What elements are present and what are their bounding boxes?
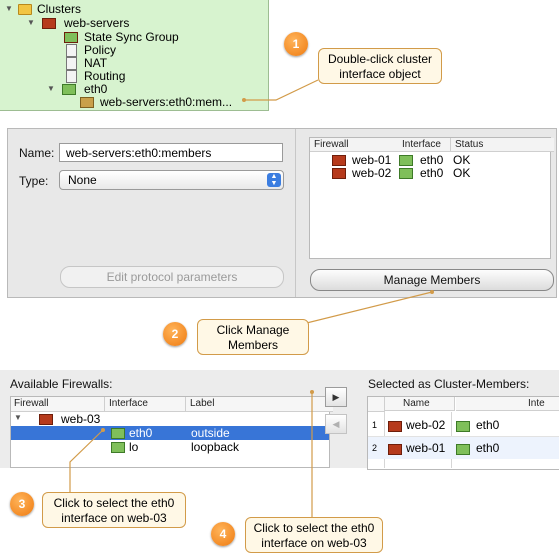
routing-icon: [66, 70, 77, 83]
callout-step-2: Click Manage Members: [197, 319, 309, 355]
cell-status: OK: [453, 166, 471, 180]
cluster-group-dialog: Name: web-servers:eth0:members Type: Non…: [7, 128, 557, 298]
name-label: Name:: [19, 146, 55, 160]
step-badge-3: 3: [10, 492, 34, 516]
column-header-label[interactable]: Label: [186, 397, 333, 412]
column-header-interface[interactable]: Inte: [456, 397, 559, 411]
manage-members-button[interactable]: Manage Members: [310, 269, 554, 291]
table-row[interactable]: web-02 eth0 OK: [310, 166, 550, 180]
available-firewalls-table: Firewall Interface Label ▼ web-03 eth0 o…: [10, 396, 333, 468]
table-row[interactable]: lo loopback: [11, 440, 329, 454]
cell-label: outside: [191, 426, 230, 440]
interface-icon: [399, 168, 413, 179]
step-badge-2: 2: [163, 322, 187, 346]
firewall-icon: [332, 168, 346, 179]
table-row[interactable]: web-01 eth0 OK: [310, 153, 550, 167]
column-header-status[interactable]: Status: [451, 138, 554, 152]
cell-interface: eth0: [476, 418, 500, 432]
interface-icon: [456, 444, 470, 455]
callout-step-3: Click to select the eth0 interface on we…: [42, 492, 186, 528]
type-select-value: None: [68, 173, 97, 187]
expand-triangle-icon[interactable]: ▼: [13, 413, 23, 422]
edit-protocol-parameters-button[interactable]: Edit protocol parameters: [60, 266, 284, 288]
cell-name: web-02: [406, 418, 446, 432]
interface-icon: [111, 442, 125, 453]
cell-interface: eth0: [420, 166, 444, 180]
column-header-firewall[interactable]: Firewall: [11, 397, 105, 412]
expand-triangle-icon[interactable]: ▼: [46, 82, 56, 96]
firewall-icon: [39, 414, 53, 425]
table-row-selected[interactable]: eth0 outside: [11, 426, 329, 440]
tree-item-label: NAT: [84, 56, 108, 70]
member-group-icon: [80, 97, 94, 108]
cell-interface: lo: [129, 440, 139, 454]
firewall-icon: [332, 155, 346, 166]
type-label: Type:: [19, 174, 49, 188]
expand-triangle-icon[interactable]: ▼: [26, 16, 36, 30]
folder-icon: [18, 4, 32, 15]
selected-members-title: Selected as Cluster-Members:: [368, 377, 530, 391]
cell-name: web-01: [406, 441, 446, 455]
column-header-index: [368, 397, 385, 412]
tree-item-label: State Sync Group: [84, 30, 179, 44]
interface-icon: [111, 428, 125, 439]
members-table: Firewall Interface Status web-01 eth0 OK…: [309, 137, 554, 259]
cell-status: OK: [453, 153, 471, 167]
manage-members-panel: Available Firewalls: Selected as Cluster…: [0, 370, 559, 470]
name-input[interactable]: web-servers:eth0:members: [59, 143, 283, 162]
select-arrows-icon: ▲ ▼: [267, 173, 281, 187]
cell-firewall: web-02: [352, 166, 392, 180]
firewall-icon: [388, 421, 402, 432]
row-number: 2: [372, 443, 378, 453]
available-firewalls-title: Available Firewalls:: [10, 377, 113, 391]
policy-icon: [66, 44, 77, 57]
column-header-interface[interactable]: Interface: [398, 138, 451, 152]
cluster-icon: [42, 18, 56, 29]
cell-firewall: web-03: [61, 412, 101, 426]
callout-step-4: Click to select the eth0 interface on we…: [245, 517, 383, 553]
add-member-button[interactable]: ▶: [325, 387, 347, 407]
cell-interface: eth0: [420, 153, 444, 167]
cell-interface: eth0: [476, 441, 500, 455]
column-header-interface[interactable]: Interface: [105, 397, 186, 412]
type-select[interactable]: None ▲ ▼: [59, 170, 284, 190]
cell-interface: eth0: [129, 426, 153, 440]
step-badge-1: 1: [284, 32, 308, 56]
nat-icon: [66, 57, 77, 70]
remove-member-button[interactable]: ◀: [325, 414, 347, 434]
column-header-firewall[interactable]: Firewall: [310, 138, 399, 152]
tree-item-label: Policy: [84, 43, 117, 57]
expand-triangle-icon[interactable]: ▼: [4, 2, 14, 16]
tree-item-label: Routing: [84, 69, 126, 83]
column-header-name[interactable]: Name: [385, 397, 455, 411]
step-badge-4: 4: [211, 522, 235, 546]
table-row[interactable]: ▼ web-03: [11, 412, 329, 426]
cell-firewall: web-01: [352, 153, 392, 167]
object-tree: ▼ Clusters ▼ web-servers State Sync Grou…: [0, 0, 269, 111]
row-number: 1: [372, 420, 378, 430]
cell-label: loopback: [191, 440, 240, 454]
interface-icon: [62, 84, 76, 95]
selected-members-table: Name Inte 1 web-02 eth0 2 web-01 eth0: [367, 396, 559, 470]
table-row[interactable]: 2 web-01 eth0: [368, 437, 559, 459]
callout-step-1: Double-click cluster interface object: [318, 48, 442, 84]
table-row[interactable]: 1 web-02 eth0: [368, 414, 559, 436]
tree-item-label: web-servers:eth0:mem...: [100, 95, 233, 109]
tree-item-label: Clusters: [37, 2, 82, 16]
interface-icon: [399, 155, 413, 166]
tree-item-label: web-servers: [64, 16, 130, 30]
tree-item-label: eth0: [84, 82, 108, 96]
interface-icon: [456, 421, 470, 432]
firewall-icon: [388, 444, 402, 455]
state-sync-icon: [64, 32, 78, 43]
